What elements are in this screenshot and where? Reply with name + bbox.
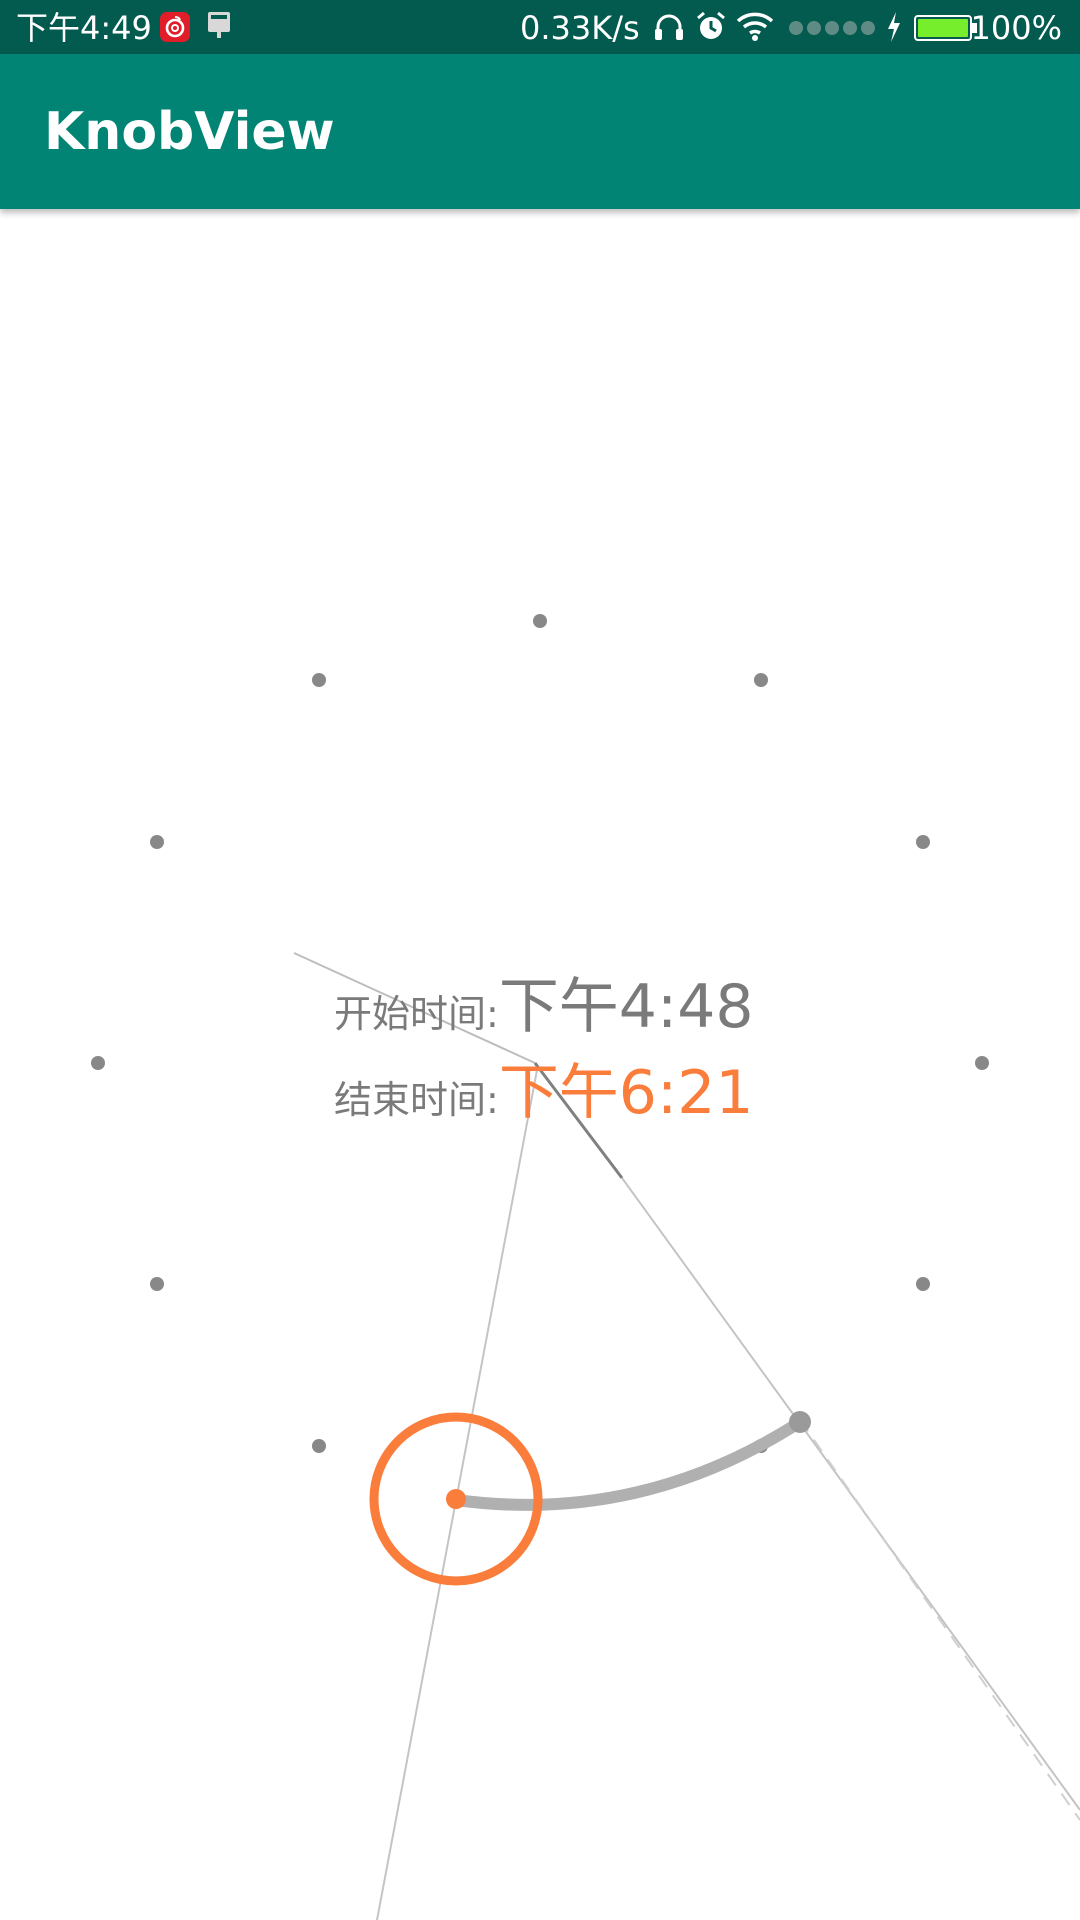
end-time-label: 结束时间: <box>334 1078 499 1122</box>
tick-dot <box>916 1277 930 1291</box>
tick-dot <box>312 1439 326 1453</box>
start-time-value: 下午4:48 <box>498 972 754 1042</box>
tick-dot <box>754 673 768 687</box>
tick-dot <box>150 835 164 849</box>
start-time-label: 开始时间: <box>334 992 499 1036</box>
guide-line-long <box>621 1177 1080 1811</box>
end-time-value: 下午6:21 <box>498 1058 754 1128</box>
tick-dot <box>150 1277 164 1291</box>
tick-dot <box>312 673 326 687</box>
knob-handle-center <box>446 1489 466 1509</box>
tick-dot <box>916 835 930 849</box>
guide-line-dashed <box>799 1419 1080 1821</box>
tick-dot <box>975 1056 989 1070</box>
end-time-row: 结束时间:下午6:21 <box>334 1044 754 1131</box>
start-time-row: 开始时间:下午4:48 <box>334 958 754 1045</box>
arc-end-handle[interactable] <box>789 1411 811 1433</box>
tick-dot <box>91 1056 105 1070</box>
tick-dot <box>533 614 547 628</box>
